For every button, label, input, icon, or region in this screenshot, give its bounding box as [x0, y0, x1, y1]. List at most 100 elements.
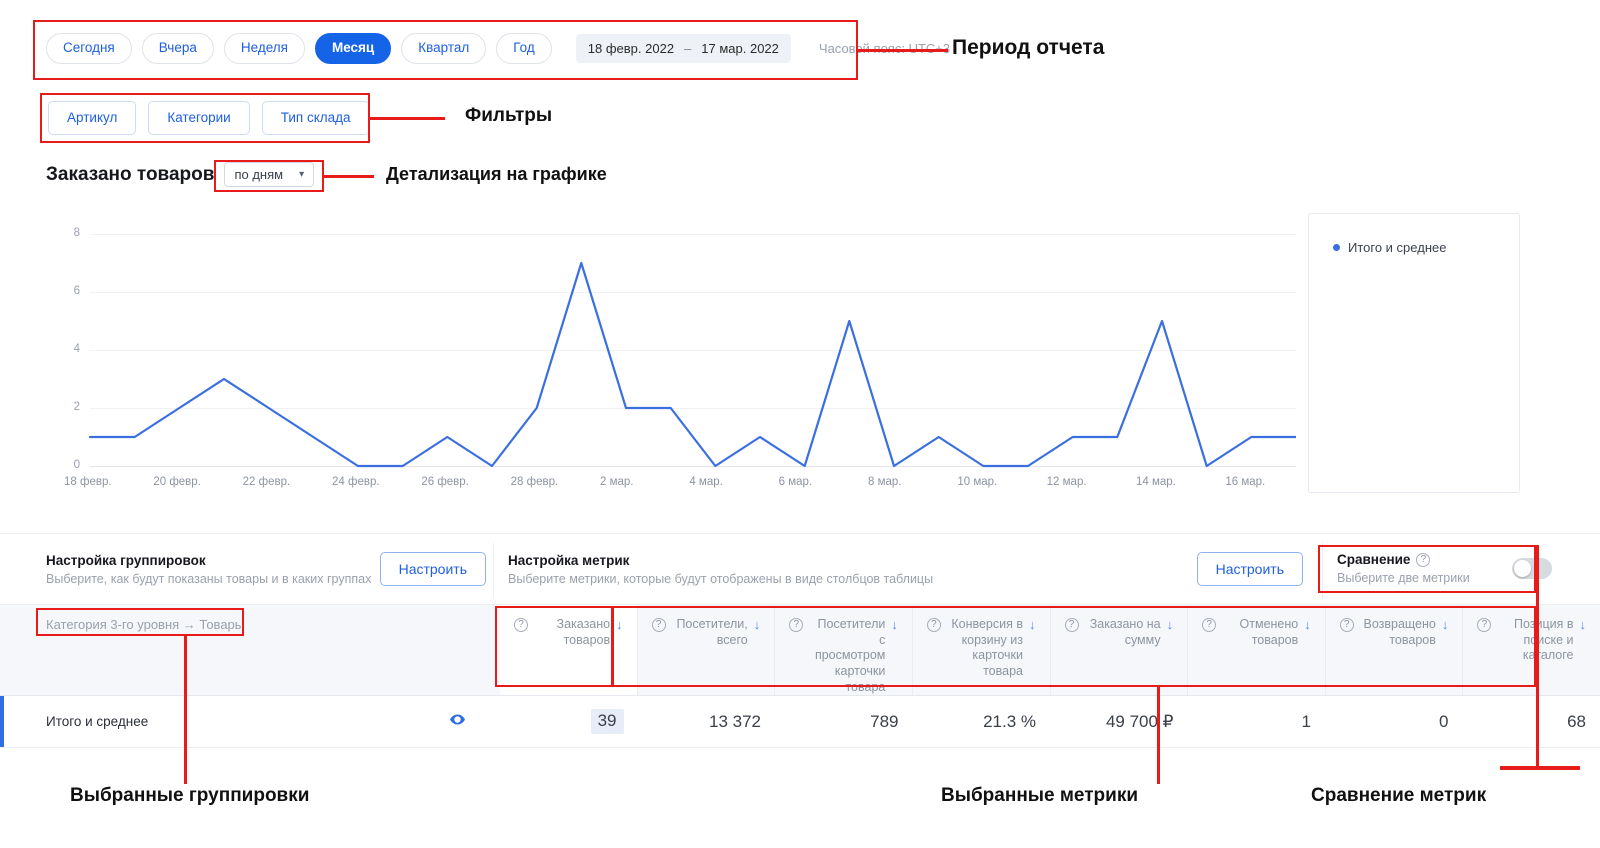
table-group-header-cell: Категория 3-го уровня → Товары	[0, 605, 500, 695]
chart-legend: Итого и среднее	[1308, 213, 1520, 493]
callout-label-filters: Фильтры	[465, 105, 552, 127]
chevron-down-icon: ▾	[299, 170, 304, 180]
column-header-label: Посетители, всего	[672, 617, 748, 648]
chart-series-line	[90, 263, 1296, 466]
x-tick-label: 6 мар.	[779, 476, 812, 488]
table-row[interactable]: Итого и среднее 39 13 372 789 21.3 %49 700 ₽…	[0, 696, 1600, 748]
table-cell: 68	[1463, 712, 1600, 732]
table-cell: 1	[1188, 712, 1326, 732]
help-icon[interactable]: ?	[1202, 618, 1216, 632]
table-column-header[interactable]: ? Отменено товаров ↓	[1187, 605, 1325, 695]
callout-line-filters	[370, 117, 445, 120]
sort-descending-icon[interactable]: ↓	[616, 617, 623, 633]
column-header-label: Заказано товаров	[534, 617, 610, 648]
sort-descending-icon[interactable]: ↓	[1304, 617, 1311, 633]
x-tick-label: 20 февр.	[153, 476, 201, 488]
date-from: 18 февр. 2022	[588, 41, 674, 56]
callout-label-period: Период отчета	[952, 36, 1104, 60]
help-icon[interactable]: ?	[927, 618, 941, 632]
x-tick-label: 12 мар.	[1047, 476, 1087, 488]
sort-descending-icon[interactable]: ↓	[891, 617, 898, 633]
metrics-settings-subtitle: Выберите метрики, которые будут отображе…	[508, 572, 933, 586]
group-header-label[interactable]: Категория 3-го уровня → Товары	[46, 617, 500, 632]
eye-icon[interactable]	[449, 711, 466, 732]
period-preset-month[interactable]: Месяц	[315, 33, 391, 64]
table-cell: 0	[1325, 712, 1463, 732]
grouping-settings-subtitle: Выберите, как будут показаны товары и в …	[46, 572, 371, 586]
date-separator: –	[684, 41, 691, 56]
configure-groupings-button[interactable]: Настроить	[380, 552, 486, 586]
help-icon[interactable]: ?	[1477, 618, 1491, 632]
help-icon[interactable]: ?	[1340, 618, 1354, 632]
filters-row: Артикул Категории Тип склада	[48, 101, 370, 135]
cell-value: 1	[1302, 712, 1311, 731]
help-icon[interactable]: ?	[1065, 618, 1079, 632]
period-preset-quarter[interactable]: Квартал	[401, 33, 486, 64]
comparison-settings: Сравнение ? Выберите две метрики	[1337, 552, 1552, 585]
metrics-table: Категория 3-го уровня → Товары ? Заказано…	[0, 605, 1600, 748]
chart-plot-area	[46, 208, 1296, 500]
grouping-settings: Настройка группировок Выберите, как буду…	[46, 552, 486, 586]
column-header-label: Отменено товаров	[1222, 617, 1298, 648]
table-cell: 49 700 ₽	[1050, 712, 1188, 732]
chart-header: Заказано товаров по дням ▾	[46, 162, 314, 187]
row-group-cell: Итого и среднее	[0, 711, 500, 732]
table-cell: 13 372	[638, 712, 776, 732]
callout-line-comparison	[1500, 766, 1580, 770]
sort-descending-icon[interactable]: ↓	[1580, 617, 1587, 633]
table-cell: 21.3 %	[913, 712, 1051, 732]
sort-descending-icon[interactable]: ↓	[754, 617, 761, 633]
comparison-title: Сравнение	[1337, 552, 1410, 567]
period-preset-year[interactable]: Год	[496, 33, 552, 64]
help-icon[interactable]: ?	[652, 618, 666, 632]
cell-value: 68	[1567, 712, 1586, 731]
table-column-header[interactable]: ? Посетители, всего ↓	[637, 605, 775, 695]
row-name: Итого и среднее	[46, 714, 148, 729]
comparison-toggle[interactable]	[1512, 558, 1552, 579]
cell-value: 13 372	[709, 712, 761, 731]
settings-divider-2	[1322, 543, 1323, 599]
cell-value: 0	[1439, 712, 1448, 731]
help-icon[interactable]: ?	[514, 618, 528, 632]
x-tick-label: 16 мар.	[1225, 476, 1265, 488]
date-to: 17 мар. 2022	[701, 41, 779, 56]
comparison-title-row: Сравнение ?	[1337, 552, 1470, 567]
cell-value: 789	[870, 712, 898, 731]
table-column-header[interactable]: ? Конверсия в корзину из карточки товара ↓	[912, 605, 1050, 695]
legend-item-total[interactable]: Итого и среднее	[1333, 240, 1519, 255]
filter-article[interactable]: Артикул	[48, 101, 136, 135]
period-preset-week[interactable]: Неделя	[224, 33, 305, 64]
period-presets: Сегодня Вчера Неделя Месяц Квартал Год 1…	[46, 33, 950, 64]
legend-dot-icon	[1333, 244, 1340, 251]
column-header-label: Заказано на сумму	[1085, 617, 1161, 648]
filter-categories[interactable]: Категории	[148, 101, 249, 135]
column-header-label: Конверсия в корзину из карточки товара	[947, 617, 1023, 680]
period-preset-yesterday[interactable]: Вчера	[142, 33, 214, 64]
settings-divider-1	[493, 543, 494, 599]
table-column-header[interactable]: ? Заказано на сумму ↓	[1050, 605, 1188, 695]
sort-descending-icon[interactable]: ↓	[1442, 617, 1449, 633]
table-body: Итого и среднее 39 13 372 789 21.3 %49 700 ₽…	[0, 696, 1600, 748]
table-column-header[interactable]: ?Посетители с просмотром карточки товара…	[774, 605, 912, 695]
comparison-subtitle: Выберите две метрики	[1337, 571, 1470, 585]
sort-descending-icon[interactable]: ↓	[1167, 617, 1174, 633]
chart-granularity-select[interactable]: по дням ▾	[224, 162, 314, 187]
x-tick-label: 28 февр.	[511, 476, 559, 488]
date-range-picker[interactable]: 18 февр. 2022 – 17 мар. 2022	[576, 34, 791, 63]
configure-metrics-button[interactable]: Настроить	[1197, 552, 1303, 586]
table-header-row: Категория 3-го уровня → Товары ? Заказано…	[0, 605, 1600, 696]
table-column-header[interactable]: ?Позиция в поиске и каталоге↓	[1462, 605, 1600, 695]
x-tick-label: 22 февр.	[243, 476, 291, 488]
x-tick-label: 2 мар.	[600, 476, 633, 488]
sort-descending-icon[interactable]: ↓	[1029, 617, 1036, 633]
table-cell: 39	[500, 709, 638, 734]
help-icon[interactable]: ?	[789, 618, 803, 632]
callout-label-comparison: Сравнение метрик	[1311, 785, 1486, 807]
table-column-header[interactable]: ?Возвращено товаров↓	[1325, 605, 1463, 695]
period-preset-today[interactable]: Сегодня	[46, 33, 132, 64]
x-tick-label: 4 мар.	[689, 476, 722, 488]
help-icon[interactable]: ?	[1416, 553, 1430, 567]
page-title: Заказано товаров	[46, 164, 214, 186]
filter-warehouse-type[interactable]: Тип склада	[262, 101, 370, 135]
table-column-header[interactable]: ? Заказано товаров ↓	[500, 605, 637, 695]
